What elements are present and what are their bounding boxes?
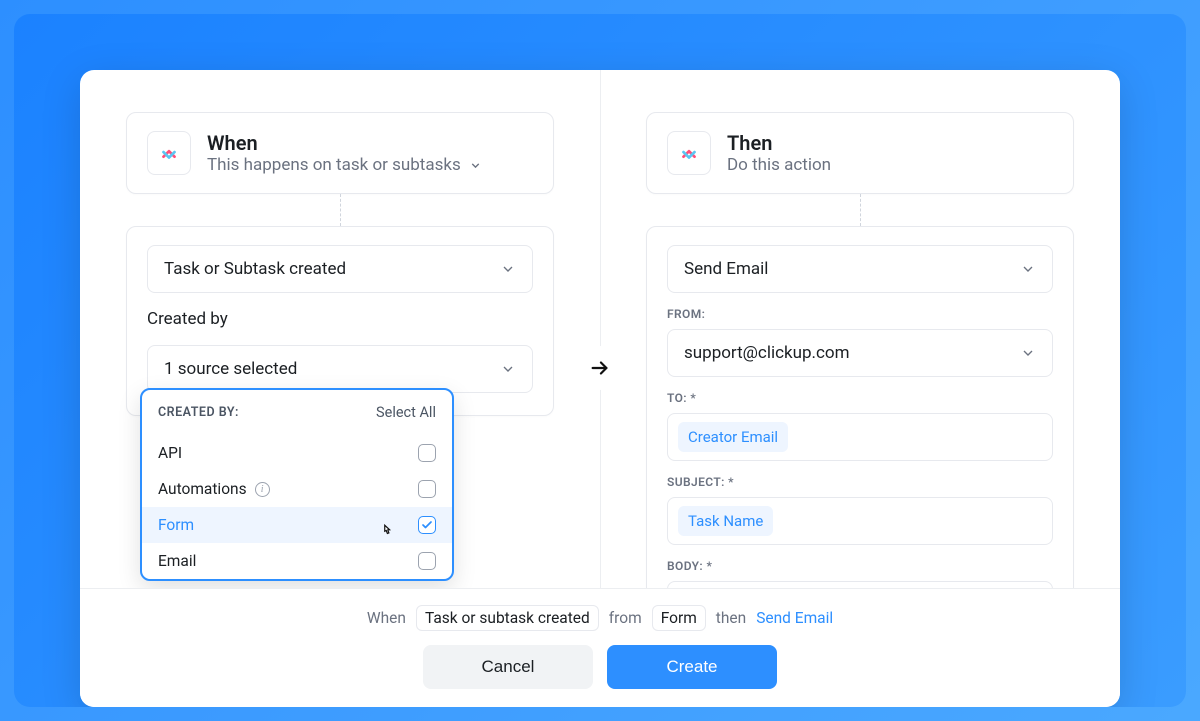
dropdown-item-label: API	[158, 444, 182, 462]
dropdown-item-label: Email	[158, 552, 196, 570]
dropdown-item-form[interactable]: Form	[142, 507, 452, 543]
cancel-button[interactable]: Cancel	[423, 645, 593, 689]
when-subtitle: This happens on task or subtasks	[207, 155, 461, 175]
then-column: Then Do this action Send Email FROM: sup…	[600, 70, 1120, 588]
to-label: TO: *	[667, 391, 1053, 405]
checkbox-icon[interactable]	[418, 552, 436, 570]
checkbox-icon[interactable]	[418, 480, 436, 498]
subject-pill[interactable]: Task Name	[678, 506, 773, 536]
source-select[interactable]: 1 source selected	[147, 345, 533, 393]
create-button[interactable]: Create	[607, 645, 777, 689]
summary-action: Send Email	[756, 606, 833, 630]
trigger-select-value: Task or Subtask created	[164, 259, 346, 279]
checkbox-checked-icon[interactable]	[418, 516, 436, 534]
summary-source: Form	[652, 605, 706, 631]
dropdown-item-automations[interactable]: Automations i	[142, 471, 452, 507]
action-select-value: Send Email	[684, 259, 768, 279]
when-column: When This happens on task or subtasks Ta…	[80, 70, 600, 588]
when-header-card: When This happens on task or subtasks	[126, 112, 554, 194]
checkbox-icon[interactable]	[418, 444, 436, 462]
automation-summary: When Task or subtask created from Form t…	[367, 605, 833, 631]
source-select-value: 1 source selected	[164, 359, 297, 379]
created-by-dropdown: CREATED BY: Select All API Automations i	[140, 388, 454, 581]
select-all-button[interactable]: Select All	[376, 404, 436, 421]
summary-trigger: Task or subtask created	[416, 605, 599, 631]
connector-line	[860, 194, 861, 226]
dropdown-item-email[interactable]: Email	[142, 543, 452, 579]
clickup-logo-icon	[667, 131, 711, 175]
dropdown-item-label: Form	[158, 516, 194, 534]
automation-modal: When This happens on task or subtasks Ta…	[80, 70, 1120, 707]
from-select[interactable]: support@clickup.com	[667, 329, 1053, 377]
chevron-down-icon	[1020, 261, 1036, 277]
chevron-down-icon	[500, 361, 516, 377]
summary-when: When	[367, 609, 406, 627]
chevron-down-icon[interactable]	[469, 159, 482, 172]
dropdown-header: CREATED BY:	[158, 405, 239, 420]
modal-footer: When Task or subtask created from Form t…	[80, 588, 1120, 707]
summary-then: then	[716, 609, 746, 627]
from-value: support@clickup.com	[684, 343, 850, 363]
from-label: FROM:	[667, 307, 1053, 321]
subject-label: SUBJECT: *	[667, 475, 1053, 489]
summary-from: from	[609, 609, 642, 627]
pointer-cursor-icon	[378, 522, 396, 546]
app-background: When This happens on task or subtasks Ta…	[14, 14, 1186, 707]
chevron-down-icon	[1020, 345, 1036, 361]
chevron-down-icon	[500, 261, 516, 277]
created-by-label: Created by	[147, 309, 533, 329]
flow-arrow-icon	[578, 346, 622, 390]
subject-field[interactable]: Task Name	[667, 497, 1053, 545]
dropdown-item-label: Automations	[158, 480, 247, 498]
action-card: Send Email FROM: support@clickup.com TO:…	[646, 226, 1074, 588]
to-pill[interactable]: Creator Email	[678, 422, 788, 452]
when-title: When	[207, 131, 482, 155]
trigger-select[interactable]: Task or Subtask created	[147, 245, 533, 293]
action-select[interactable]: Send Email	[667, 245, 1053, 293]
clickup-logo-icon	[147, 131, 191, 175]
then-title: Then	[727, 131, 831, 155]
automation-builder: When This happens on task or subtasks Ta…	[80, 70, 1120, 588]
info-icon[interactable]: i	[255, 482, 270, 497]
to-field[interactable]: Creator Email	[667, 413, 1053, 461]
then-header-card: Then Do this action	[646, 112, 1074, 194]
body-field[interactable]	[667, 581, 1053, 588]
then-subtitle: Do this action	[727, 155, 831, 175]
body-label: BODY: *	[667, 559, 1053, 573]
dropdown-item-api[interactable]: API	[142, 435, 452, 471]
connector-line	[340, 194, 341, 226]
